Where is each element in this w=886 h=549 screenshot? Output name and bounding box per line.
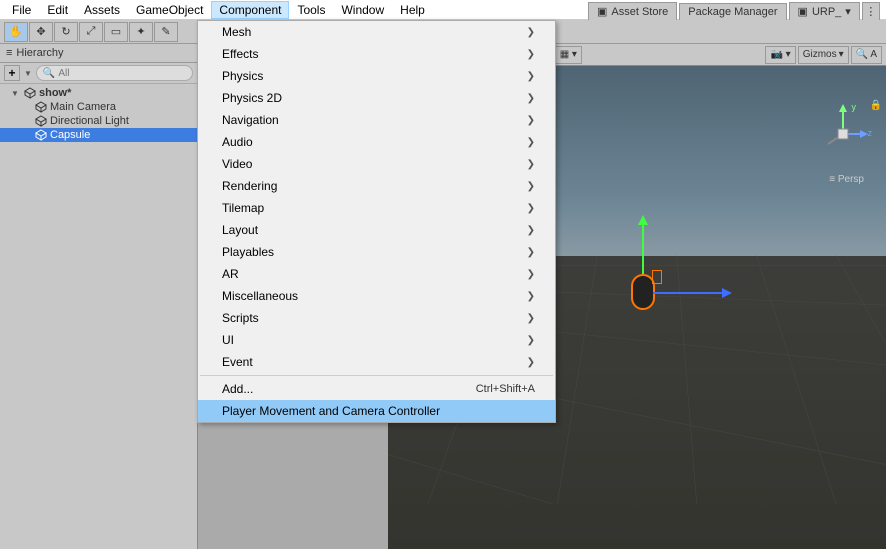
menu-item-player-movement[interactable]: Player Movement and Camera Controller [198,400,555,422]
hierarchy-header: ≡ Hierarchy [0,44,197,63]
menu-item-audio[interactable]: Audio❯ [198,131,555,153]
scene-row[interactable]: ▼ show* [0,86,197,100]
menu-item-ui[interactable]: UI❯ [198,329,555,351]
chevron-right-icon: ❯ [527,181,535,192]
y-axis-handle[interactable] [642,218,644,274]
gizmos-dropdown[interactable]: Gizmos ▾ [798,46,849,64]
chevron-right-icon: ❯ [527,93,535,104]
chevron-right-icon: ❯ [527,313,535,324]
chevron-right-icon: ❯ [527,225,535,236]
chevron-right-icon: ❯ [527,49,535,60]
menu-item-rendering[interactable]: Rendering❯ [198,175,555,197]
camera-settings[interactable]: 📷 ▾ [765,46,795,64]
unity-icon [24,87,36,99]
chevron-right-icon: ❯ [527,159,535,170]
menu-item-miscellaneous[interactable]: Miscellaneous❯ [198,285,555,307]
menu-item-layout[interactable]: Layout❯ [198,219,555,241]
create-button[interactable]: + [4,65,20,81]
hierarchy-item-main-camera[interactable]: Main Camera [0,100,197,114]
scale-tool[interactable]: ⤢ [79,22,103,42]
item-label: Capsule [50,129,90,141]
package-icon: ▣ [597,5,607,18]
gameobject-icon [35,129,47,141]
orientation-gizmo[interactable]: y z [818,104,868,164]
gameobject-icon [35,115,47,127]
search-icon: 🔍 [43,68,55,79]
menu-item-ar[interactable]: AR❯ [198,263,555,285]
z-axis-handle[interactable] [653,292,729,294]
y-axis-label: y [852,102,857,112]
hierarchy-toolbar: + ▼ 🔍 All [0,63,197,84]
hand-tool[interactable]: ✋ [4,22,28,42]
tab-menu[interactable]: ⋮ [862,2,880,20]
chevron-right-icon: ❯ [527,71,535,82]
menu-item-playables[interactable]: Playables❯ [198,241,555,263]
transform-tool[interactable]: ✦ [129,22,153,42]
menu-file[interactable]: File [4,1,39,19]
scene-name: show* [39,87,71,99]
hierarchy-icon: ≡ [6,47,12,59]
chevron-right-icon: ❯ [527,247,535,258]
package-icon: ▣ [798,5,808,18]
item-label: Main Camera [50,101,116,113]
rect-tool[interactable]: ▭ [104,22,128,42]
hierarchy-search[interactable]: 🔍 All [36,65,193,81]
menu-item-physics-2d[interactable]: Physics 2D❯ [198,87,555,109]
selection-handle[interactable] [652,270,662,284]
menu-item-physics[interactable]: Physics❯ [198,65,555,87]
menu-item-mesh[interactable]: Mesh❯ [198,21,555,43]
menu-item-navigation[interactable]: Navigation❯ [198,109,555,131]
chevron-right-icon: ❯ [527,357,535,368]
scene-search[interactable]: 🔍 A [851,46,882,64]
chevron-right-icon: ❯ [527,291,535,302]
grid-toggle[interactable]: ▦ ▾ [555,46,582,64]
camera-mode-label[interactable]: ≡ Persp [829,174,864,185]
menu-item-event[interactable]: Event❯ [198,351,555,373]
menu-assets[interactable]: Assets [76,1,128,19]
menu-item-add[interactable]: Add...Ctrl+Shift+A [198,378,555,400]
chevron-right-icon: ❯ [527,27,535,38]
menu-item-effects[interactable]: Effects❯ [198,43,555,65]
component-dropdown: Mesh❯ Effects❯ Physics❯ Physics 2D❯ Navi… [197,20,556,423]
chevron-right-icon: ❯ [527,203,535,214]
chevron-right-icon: ❯ [527,137,535,148]
window-tabs: ▣Asset Store Package Manager ▣URP_▾ ⋮ [198,0,886,20]
chevron-right-icon: ❯ [527,115,535,126]
tab-urp[interactable]: ▣URP_▾ [789,2,860,20]
hierarchy-item-directional-light[interactable]: Directional Light [0,114,197,128]
hierarchy-item-capsule[interactable]: Capsule [0,128,197,142]
menu-item-tilemap[interactable]: Tilemap❯ [198,197,555,219]
create-dropdown-arrow[interactable]: ▼ [24,69,32,78]
gameobject-icon [35,101,47,113]
item-label: Directional Light [50,115,129,127]
expand-toggle[interactable]: ▼ [11,89,21,98]
dropdown-icon[interactable]: ▾ [845,5,851,18]
tab-package-manager[interactable]: Package Manager [679,3,786,20]
hierarchy-tree: ▼ show* Main Camera Directional Light Ca… [0,84,197,144]
rotate-tool[interactable]: ↻ [54,22,78,42]
tab-asset-store[interactable]: ▣Asset Store [588,2,677,20]
hierarchy-panel: ≡ Hierarchy + ▼ 🔍 All ▼ show* Main Camer… [0,44,198,549]
menu-item-video[interactable]: Video❯ [198,153,555,175]
search-placeholder: All [58,68,69,79]
move-tool[interactable]: ✥ [29,22,53,42]
menu-item-scripts[interactable]: Scripts❯ [198,307,555,329]
hierarchy-title: Hierarchy [16,47,63,59]
shortcut-label: Ctrl+Shift+A [476,383,535,395]
z-axis-label: z [868,128,873,138]
menu-edit[interactable]: Edit [39,1,76,19]
chevron-right-icon: ❯ [527,269,535,280]
custom-tool[interactable]: ✎ [154,22,178,42]
chevron-right-icon: ❯ [527,335,535,346]
lock-icon[interactable]: 🔒 [870,100,882,111]
menu-separator [200,375,553,376]
